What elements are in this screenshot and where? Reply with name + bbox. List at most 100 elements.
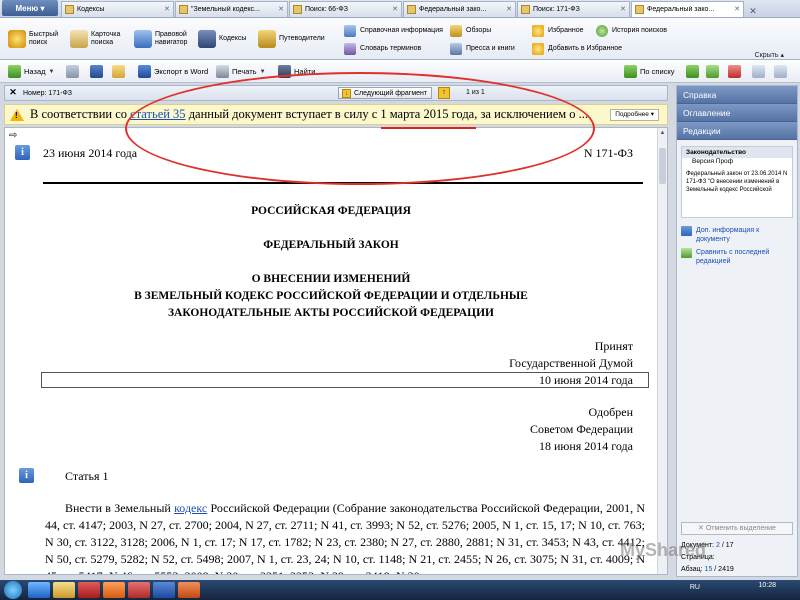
font-size-button[interactable] [752, 64, 768, 79]
sidebar-item-label: Оглавление [683, 107, 731, 118]
land-code-link[interactable]: кодекс [174, 501, 207, 515]
document-icon [635, 5, 644, 14]
word-icon[interactable] [153, 582, 175, 598]
tab-search-171[interactable]: Поиск: 171-ФЗ ✕ [517, 1, 630, 17]
stat-value: 2 [715, 542, 720, 549]
forward-button[interactable] [66, 64, 82, 79]
heading-law-type: ФЕДЕРАЛЬНЫЙ ЗАКОН [263, 239, 399, 251]
chevron-down-icon[interactable]: ▼ [260, 69, 266, 75]
scroll-up-icon[interactable]: ▲ [658, 130, 667, 139]
floppy-disk-icon [90, 65, 103, 78]
close-icon[interactable]: ✕ [734, 5, 740, 13]
favorites-button[interactable]: Избранное [532, 25, 583, 37]
magnifier-icon [8, 30, 26, 48]
remove-bookmark-button[interactable] [728, 64, 744, 79]
reference-icon [344, 25, 356, 37]
back-button[interactable]: Назад ▼ [8, 64, 54, 79]
menu-button[interactable]: Меню ▾ [2, 0, 58, 16]
article-text-prefix: Внести в Земельный [65, 501, 175, 515]
save-button[interactable] [90, 64, 106, 79]
consultant-icon[interactable] [128, 582, 150, 598]
tab-federal-law-active[interactable]: Федеральный зако... ✕ [631, 1, 744, 17]
search-icon [293, 5, 302, 14]
browser-icon[interactable] [28, 582, 50, 598]
card-search-label: Карточка поиска [91, 31, 121, 46]
panel-subtitle: Версия Проф [692, 158, 734, 165]
signpost-icon [258, 30, 276, 48]
undo-selection-button[interactable]: ✕ Отменить выделение [681, 522, 793, 535]
tab-label: Поиск: 171-ФЗ [533, 6, 580, 13]
tab-federal-law-1[interactable]: Федеральный зако... ✕ [403, 1, 516, 17]
undo-selection-label: Отменить выделение [705, 525, 776, 532]
tab-land-code[interactable]: "Земельный кодекс... ✕ [175, 1, 288, 17]
scrollbar-thumb[interactable] [659, 148, 666, 184]
compare-editions-link[interactable]: Сравнить с последней редакцией [677, 246, 797, 268]
by-list-button[interactable]: По списку [624, 64, 675, 79]
vertical-scrollbar[interactable]: ▲ [657, 128, 667, 574]
close-icon[interactable]: ✕ [164, 5, 170, 13]
tab-codes[interactable]: Кодексы ✕ [61, 1, 174, 17]
folder-icon[interactable] [53, 582, 75, 598]
document-pane: ⇨ i 23 июня 2014 года N 171-ФЗ РОССИЙСКА… [4, 127, 668, 575]
search-card-icon [70, 30, 88, 48]
star-add-icon [532, 43, 544, 55]
heading-title-line: О ВНЕСЕНИИ ИЗМЕНЕНИЙ [251, 273, 411, 285]
legal-navigator-label: Правовой навигатор [155, 31, 188, 46]
close-icon[interactable]: ✕ [620, 5, 626, 13]
dictionary-icon [344, 43, 356, 55]
warning-prefix: В соответствии со [30, 107, 131, 121]
chevron-down-icon[interactable]: ▼ [49, 69, 55, 75]
powerpoint-icon[interactable] [178, 582, 200, 598]
search-history-button[interactable]: История поисков [596, 25, 667, 37]
add-bookmark-button[interactable] [706, 64, 722, 79]
reviews-label: Обзоры [466, 27, 492, 34]
more-details-button[interactable]: Подробнее ▾ [610, 109, 659, 121]
reference-info-button[interactable]: Справочная информация [344, 25, 443, 37]
sidebar-item-contents[interactable]: Оглавление [677, 104, 797, 122]
quick-search-label: Быстрый поиск [29, 31, 59, 46]
up-arrow-icon [686, 65, 699, 78]
add-favorites-button[interactable]: Добавить в Избранное [532, 43, 622, 55]
reviews-button[interactable]: Обзоры [450, 25, 491, 37]
sidebar-item-editions[interactable]: Редакции [677, 122, 797, 140]
approved-by: Советом Федерации [529, 422, 633, 436]
back-label: Назад [24, 67, 46, 76]
law-number: N 171-ФЗ [583, 146, 633, 160]
close-all-tabs-icon[interactable]: ✕ [747, 5, 759, 17]
print-label: Печать [232, 67, 257, 76]
font-size-decrease-button[interactable] [774, 64, 790, 79]
open-folder-button[interactable] [112, 64, 128, 79]
additional-info-link[interactable]: Доп. информация к документу [677, 224, 797, 246]
guides-button[interactable]: Путеводители [258, 30, 325, 48]
quick-search-button[interactable]: Быстрый поиск [8, 30, 63, 48]
collapse-ribbon-button[interactable]: Скрыть ▴ [755, 51, 784, 59]
collapse-label: Скрыть [754, 52, 779, 59]
tab-search-66[interactable]: Поиск: 66-ФЗ ✕ [289, 1, 402, 17]
info-icon[interactable]: i [15, 145, 30, 160]
close-icon[interactable]: ✕ [392, 5, 398, 13]
start-button[interactable] [4, 581, 22, 599]
legal-navigator-button[interactable]: Правовой навигатор [134, 30, 191, 48]
close-icon[interactable]: ✕ [506, 5, 512, 13]
card-search-button[interactable]: Карточка поиска [70, 30, 131, 48]
glossary-button[interactable]: Словарь терминов [344, 43, 421, 55]
sidebar-item-help[interactable]: Справка [677, 86, 797, 104]
menu-label: Меню [15, 3, 39, 13]
tab-label: Федеральный зако... [647, 6, 715, 13]
up-level-button[interactable] [686, 64, 702, 79]
guides-label: Путеводители [279, 35, 325, 42]
yandex-icon[interactable] [78, 582, 100, 598]
watermark: MyShared [620, 540, 707, 560]
export-word-button[interactable]: Экспорт в Word [138, 64, 208, 79]
language-indicator[interactable]: RU [690, 584, 700, 591]
press-books-button[interactable]: Пресса и книги [450, 43, 515, 55]
codes-button[interactable]: Кодексы [198, 30, 246, 48]
collapse-arrow-icon[interactable]: ⇨ [9, 130, 17, 141]
media-player-icon[interactable] [103, 582, 125, 598]
close-icon[interactable]: ✕ [7, 87, 19, 99]
heading-title-line: В ЗЕМЕЛЬНЫЙ КОДЕКС РОССИЙСКОЙ ФЕДЕРАЦИИ … [134, 290, 528, 302]
close-icon[interactable]: ✕ [278, 5, 284, 13]
clock[interactable]: 10:28 [758, 581, 776, 590]
info-icon[interactable]: i [19, 468, 34, 483]
sidebar-item-label: Редакции [683, 125, 721, 136]
